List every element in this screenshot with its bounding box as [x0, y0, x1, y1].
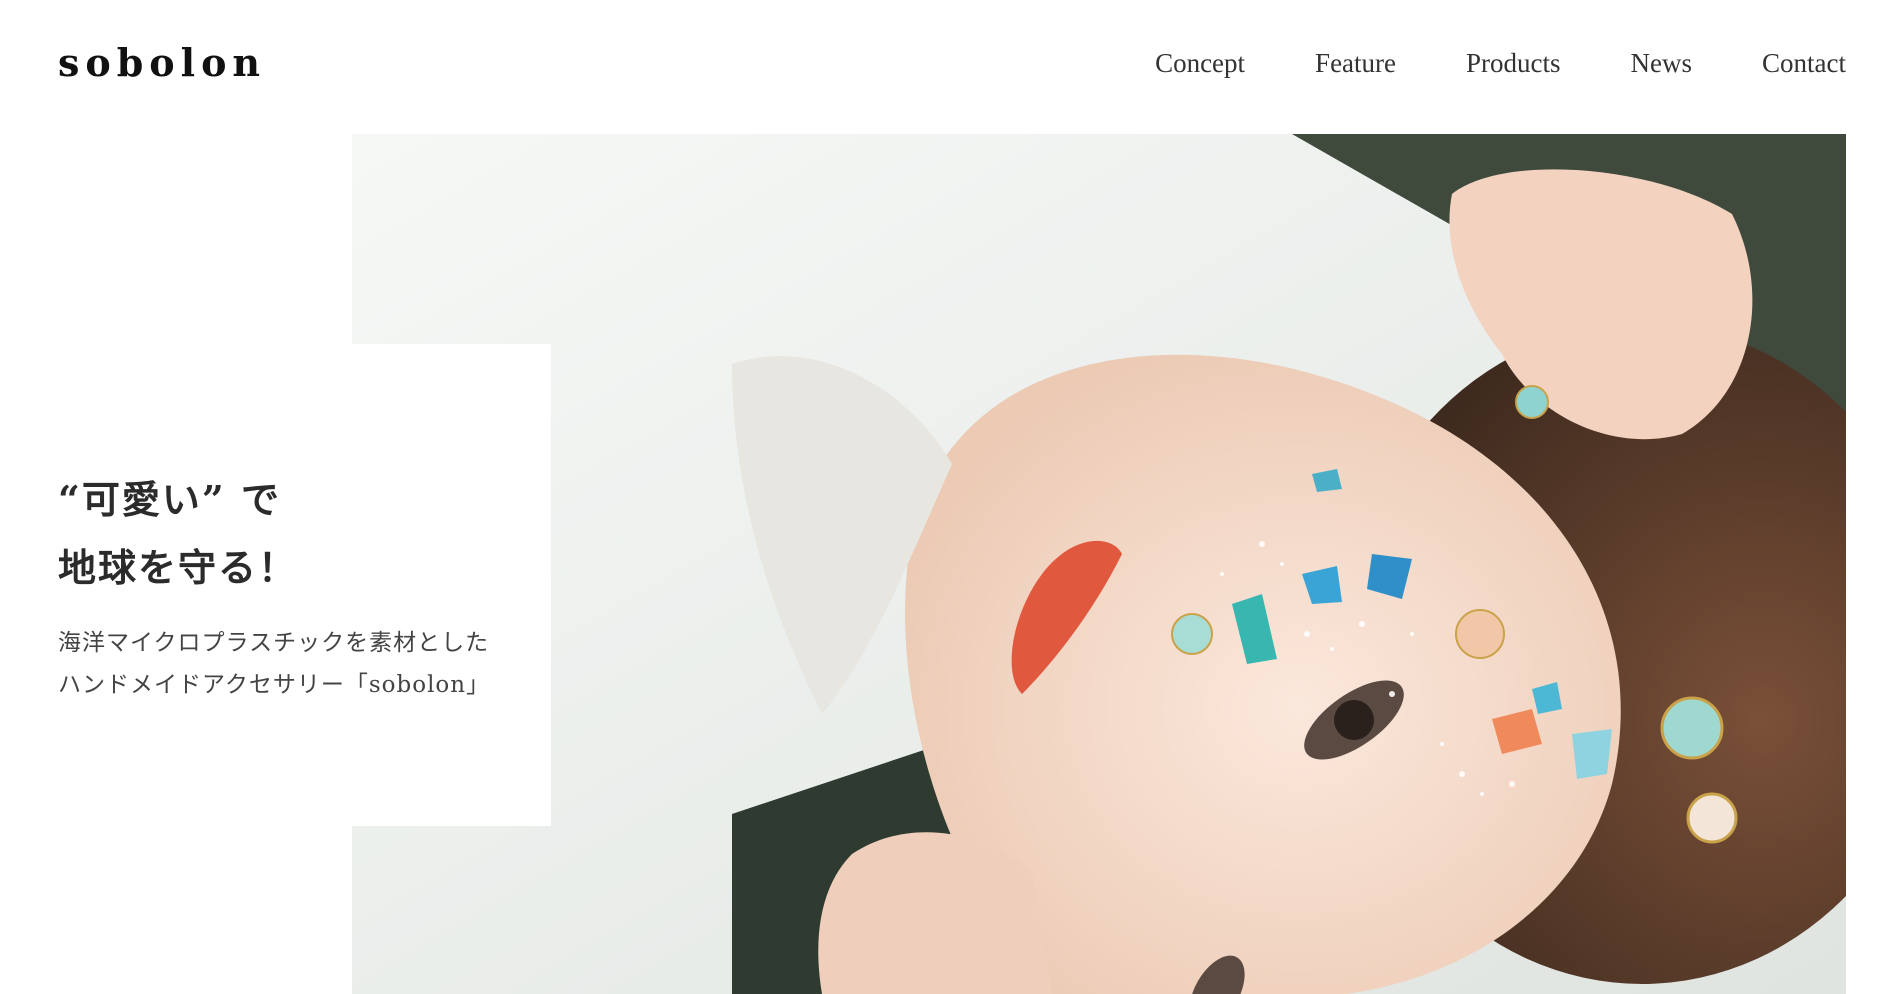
hero-photo-illustration: [352, 134, 1846, 994]
logo[interactable]: sobolon: [58, 40, 266, 85]
nav-item-products[interactable]: Products: [1466, 48, 1561, 79]
site-header: sobolon Concept Feature Products News Co…: [0, 0, 1890, 134]
nav-item-news[interactable]: News: [1631, 48, 1693, 79]
hero-subtext-line-1: 海洋マイクロプラスチックを素材とした: [58, 630, 490, 656]
hero-headline-line-2: 地球を守る！: [58, 545, 299, 590]
main-nav: Concept Feature Products News Contact: [1085, 48, 1846, 79]
nav-item-feature[interactable]: Feature: [1315, 48, 1396, 79]
hero-subtext: 海洋マイクロプラスチックを素材とした ハンドメイドアクセサリー「sobolon」: [58, 622, 490, 706]
hero-subtext-line-2: ハンドメイドアクセサリー「sobolon」: [58, 672, 491, 698]
hero-headline-line-1: “可愛い” で: [58, 477, 281, 522]
hero-photo: [352, 134, 1846, 994]
hero-headline: “可愛い” で 地球を守る！: [58, 466, 298, 602]
nav-item-concept[interactable]: Concept: [1155, 48, 1245, 79]
nav-item-contact[interactable]: Contact: [1762, 48, 1846, 79]
